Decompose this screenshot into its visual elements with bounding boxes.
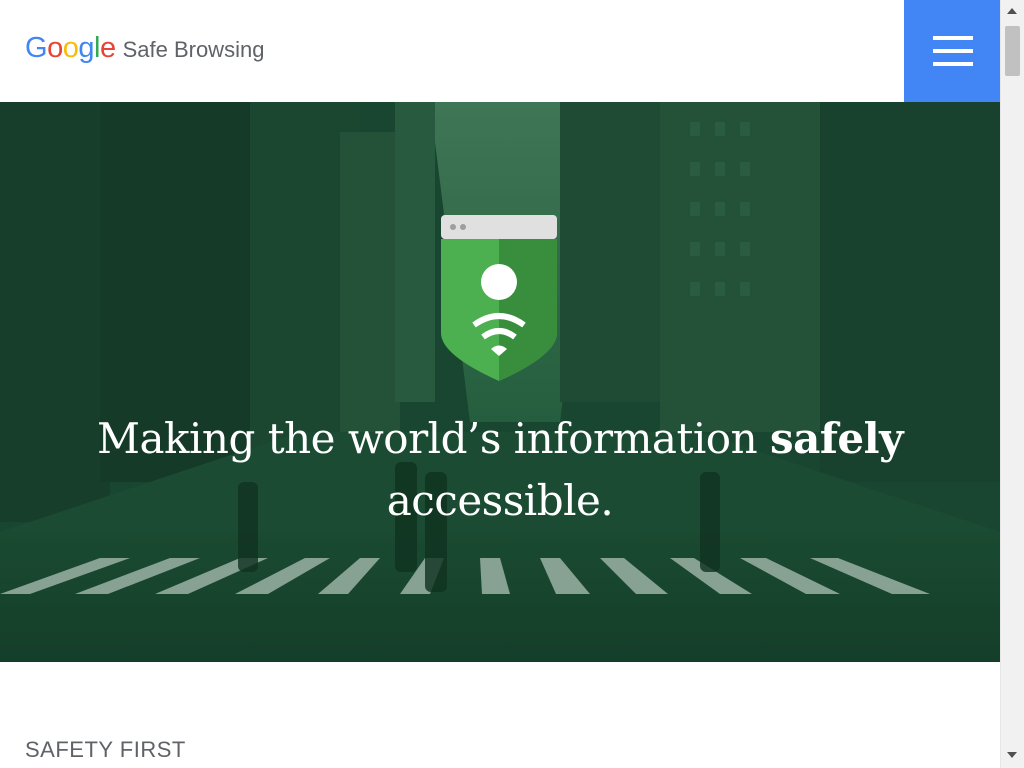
scroll-up-arrow-icon[interactable] [1007,8,1017,14]
logo-letter: o [62,32,79,64]
scrollbar-thumb[interactable] [1005,26,1020,76]
hero-banner: Making the world’s information safely ac… [0,102,1000,662]
hero-headline: Making the world’s information safely ac… [60,408,940,532]
menu-button[interactable] [904,0,1000,102]
vertical-scrollbar[interactable] [1000,0,1024,768]
logo-letter: o [47,32,63,64]
site-header: Google Safe Browsing [0,0,1000,102]
logo-letter: g [78,32,94,64]
section-heading: SAFETY FIRST [25,737,186,762]
logo-letter: G [25,32,48,64]
page: Google Safe Browsing Making the world’s … [0,0,1000,768]
product-name: Safe Browsing [122,37,265,62]
logo-letter: e [99,32,116,64]
scroll-down-arrow-icon[interactable] [1007,752,1017,758]
headline-text-2: accessible. [386,476,614,525]
google-wordmark: Google [25,31,116,65]
google-safe-browsing-logo[interactable]: Google Safe Browsing [25,31,264,67]
safe-browsing-shield-icon [441,215,557,381]
hamburger-menu-icon [933,36,973,66]
headline-emphasis: safely [769,414,904,463]
headline-text: Making the world’s information [96,414,770,463]
